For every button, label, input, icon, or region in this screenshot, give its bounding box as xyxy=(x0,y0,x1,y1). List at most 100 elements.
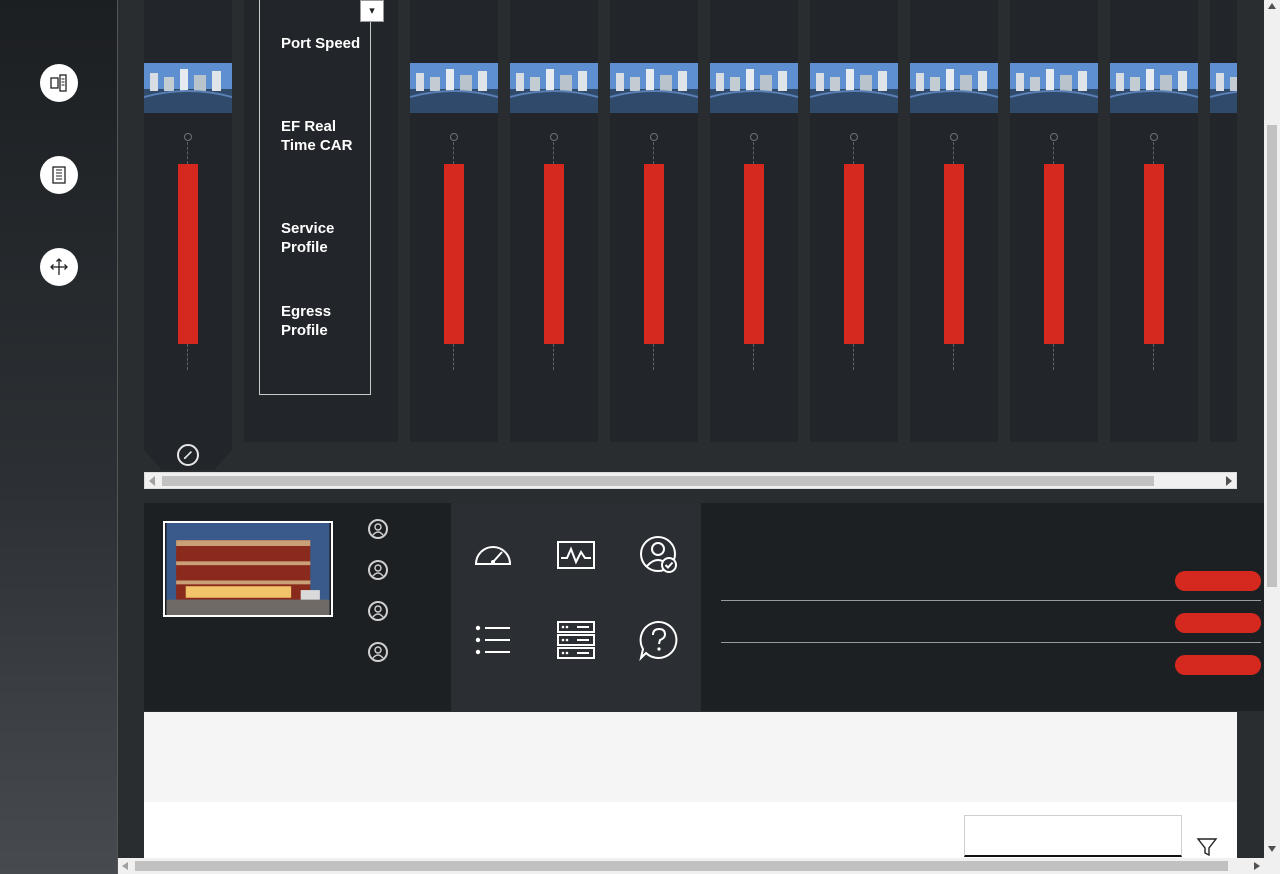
scroll-right-icon[interactable] xyxy=(1254,862,1260,870)
monitor-tool-button[interactable] xyxy=(554,533,598,577)
user-icon xyxy=(372,605,384,618)
column-connector xyxy=(1053,142,1054,164)
port-column[interactable] xyxy=(410,0,498,442)
filter-input[interactable] xyxy=(964,815,1182,857)
scroll-left-icon[interactable] xyxy=(149,476,155,486)
port-column[interactable] xyxy=(710,0,798,442)
performance-tool-button[interactable] xyxy=(471,533,515,577)
user-avatar[interactable] xyxy=(368,519,388,539)
dashboard-panel xyxy=(144,503,1266,711)
city-skyline-image xyxy=(510,63,598,113)
help-tool-button[interactable] xyxy=(637,618,681,662)
port-column[interactable] xyxy=(510,0,598,442)
city-thumbnail xyxy=(1010,63,1098,113)
column-knob[interactable] xyxy=(184,133,192,141)
user-avatar[interactable] xyxy=(368,560,388,580)
building-button[interactable] xyxy=(40,156,78,194)
city-thumbnail xyxy=(1210,63,1237,113)
city-thumbnail xyxy=(810,63,898,113)
page-horizontal-scrollbar-thumb[interactable] xyxy=(135,861,1228,871)
column-connector xyxy=(653,142,654,164)
servers-tool-button[interactable] xyxy=(554,618,598,662)
move-button[interactable] xyxy=(40,248,78,286)
city-skyline-image xyxy=(810,63,898,113)
column-level-bar xyxy=(178,164,198,344)
column-connector xyxy=(1053,344,1054,370)
column-knob[interactable] xyxy=(1150,133,1158,141)
column-connector xyxy=(1153,344,1154,370)
dropdown-toggle-button[interactable]: ▾ xyxy=(360,0,384,22)
column-knob[interactable] xyxy=(750,133,758,141)
column-connector xyxy=(853,344,854,370)
column-knob[interactable] xyxy=(550,133,558,141)
port-strip: ▾ Port Speed EF Real Time CAR Service Pr… xyxy=(144,0,1237,470)
column-connector xyxy=(753,142,754,164)
column-level-bar xyxy=(544,164,564,344)
port-column[interactable] xyxy=(144,0,232,470)
topology-button[interactable] xyxy=(40,64,78,102)
results-area xyxy=(144,712,1237,858)
column-level-bar xyxy=(644,164,664,344)
user-avatar[interactable] xyxy=(368,642,388,662)
help-chat-icon xyxy=(639,620,678,661)
port-column[interactable] xyxy=(910,0,998,442)
port-column[interactable] xyxy=(1210,0,1237,442)
city-skyline-image xyxy=(144,63,232,113)
city-thumbnail xyxy=(144,63,232,113)
city-skyline-image xyxy=(410,63,498,113)
tools-panel xyxy=(451,503,701,711)
column-connector xyxy=(953,344,954,370)
page-vertical-scrollbar-thumb[interactable] xyxy=(1267,125,1277,587)
strip-scrollbar[interactable] xyxy=(144,472,1237,489)
city-skyline-image xyxy=(1010,63,1098,113)
city-thumbnail xyxy=(610,63,698,113)
column-connector xyxy=(953,142,954,164)
building-icon xyxy=(52,166,66,184)
city-thumbnail xyxy=(710,63,798,113)
port-column[interactable] xyxy=(810,0,898,442)
column-level-bar xyxy=(444,164,464,344)
column-connector xyxy=(853,142,854,164)
column-connector xyxy=(187,142,188,164)
pulse-monitor-icon xyxy=(557,541,595,569)
port-column[interactable] xyxy=(610,0,698,442)
column-knob[interactable] xyxy=(950,133,958,141)
column-level-bar xyxy=(944,164,964,344)
status-pill[interactable] xyxy=(1175,655,1261,675)
column-knob[interactable] xyxy=(650,133,658,141)
scroll-right-icon[interactable] xyxy=(1226,476,1232,486)
status-pill[interactable] xyxy=(1175,613,1261,633)
label-ef-real-time-car: EF Real Time CAR xyxy=(281,118,353,154)
column-knob[interactable] xyxy=(1050,133,1058,141)
city-skyline-image xyxy=(1110,63,1198,113)
status-pill[interactable] xyxy=(1175,571,1261,591)
column-connector xyxy=(653,344,654,370)
user-avatar[interactable] xyxy=(368,601,388,621)
edit-button[interactable] xyxy=(177,444,199,466)
column-knob[interactable] xyxy=(850,133,858,141)
scrollbar-corner xyxy=(1264,858,1280,874)
list-tool-button[interactable] xyxy=(471,618,515,662)
page-horizontal-scrollbar[interactable] xyxy=(118,858,1264,874)
column-level-bar xyxy=(744,164,764,344)
street-building-image xyxy=(166,523,330,615)
scroll-left-icon[interactable] xyxy=(122,862,128,870)
user-icon xyxy=(372,523,384,536)
page-vertical-scrollbar[interactable] xyxy=(1264,0,1280,858)
port-column[interactable] xyxy=(1110,0,1198,442)
port-labels-box: ▾ Port Speed EF Real Time CAR Service Pr… xyxy=(259,0,384,395)
strip-scrollbar-thumb[interactable] xyxy=(162,476,1154,486)
filter-icon[interactable] xyxy=(1196,836,1218,858)
user-verify-tool-button[interactable] xyxy=(637,533,681,577)
label-port-speed: Port Speed xyxy=(281,35,361,52)
pencil-icon xyxy=(183,450,193,460)
scroll-up-icon[interactable] xyxy=(1268,3,1276,9)
scroll-down-icon[interactable] xyxy=(1268,846,1276,852)
column-connector xyxy=(1153,142,1154,164)
city-skyline-image xyxy=(710,63,798,113)
divider-line xyxy=(721,642,1261,643)
column-knob[interactable] xyxy=(450,133,458,141)
port-column[interactable] xyxy=(1010,0,1098,442)
label-egress-profile: Egress Profile xyxy=(281,303,332,339)
column-connector xyxy=(453,344,454,370)
